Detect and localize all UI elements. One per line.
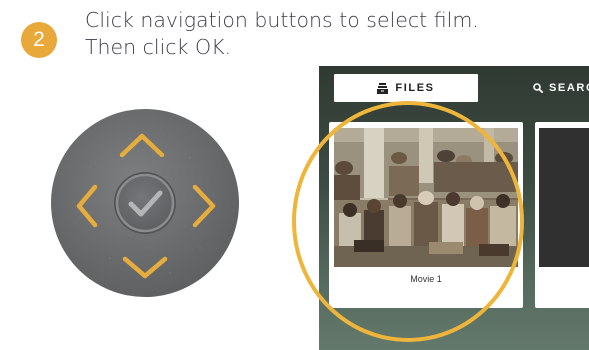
movie-title: Movie 1 (410, 274, 442, 284)
app-screen: FILES SEARC (319, 66, 589, 350)
instruction-text: Click navigation buttons to select film.… (85, 7, 479, 61)
remote-dpad (51, 109, 239, 297)
search-icon (533, 83, 543, 93)
tab-search[interactable]: SEARC (533, 74, 589, 102)
movie-thumbnail (334, 128, 518, 267)
movie-card-next[interactable] (535, 122, 589, 308)
tab-search-label: SEARC (549, 82, 589, 94)
tab-files-label: FILES (395, 82, 435, 94)
instruction-line-1: Click navigation buttons to select film. (85, 8, 479, 32)
tab-files[interactable]: FILES (334, 74, 478, 102)
movie-card[interactable]: Movie 1 (329, 122, 523, 308)
movie-thumbnail-image (334, 128, 518, 267)
movie-thumbnail-next (539, 128, 589, 267)
ok-button[interactable] (114, 172, 176, 234)
file-stack-icon (377, 82, 389, 94)
step-number-badge: 2 (21, 22, 57, 58)
instruction-line-2: Then click OK. (85, 35, 232, 59)
